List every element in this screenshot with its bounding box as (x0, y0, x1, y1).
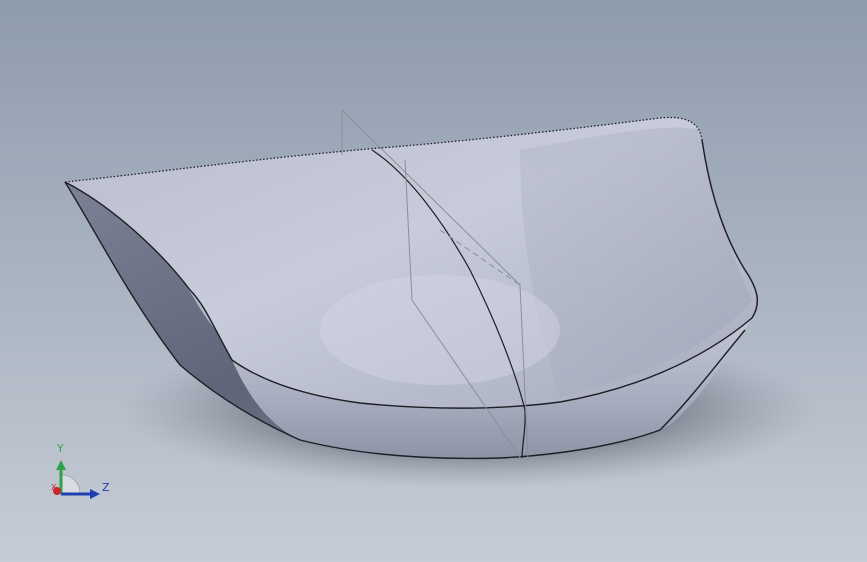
x-axis-label: X (51, 483, 57, 492)
graphics-viewport[interactable]: Y Z X (0, 0, 867, 562)
triad-quarter-disc (61, 474, 81, 494)
z-axis-label: Z (102, 481, 110, 494)
z-axis-arrow (90, 489, 100, 499)
coordinate-triad-icon: Y Z X (40, 438, 120, 508)
triad-graphic (53, 460, 100, 499)
y-axis-label: Y (57, 442, 64, 455)
3d-model-view[interactable] (0, 0, 867, 562)
y-axis-arrow (56, 460, 66, 470)
